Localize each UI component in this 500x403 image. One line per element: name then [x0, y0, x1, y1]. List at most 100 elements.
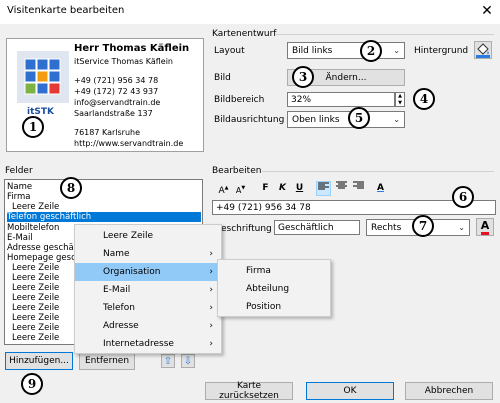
window-title: Visitenkarte bearbeiten	[7, 5, 125, 16]
background-color-button[interactable]	[474, 41, 492, 59]
add-field-button[interactable]: Hinzufügen...	[5, 352, 73, 370]
align-left-icon	[318, 182, 329, 190]
list-item[interactable]: Leere Zeile	[12, 283, 59, 293]
font-color-icon: A	[480, 219, 490, 235]
chevron-right-icon: ›	[209, 321, 213, 331]
callout-marker: 7	[412, 215, 434, 237]
chevron-right-icon: ›	[209, 267, 213, 277]
font-grow-button[interactable]: A▲	[216, 181, 231, 196]
callout-marker: 3	[292, 66, 314, 88]
menu-item-organisation[interactable]: Organisation ›	[75, 263, 221, 281]
chevron-right-icon: ›	[209, 339, 213, 349]
align-left-button[interactable]	[316, 181, 331, 196]
list-item[interactable]: Leere Zeile	[12, 293, 59, 303]
list-item[interactable]: Firma	[7, 192, 30, 202]
menu-item-label: Leere Zeile	[103, 231, 154, 241]
list-item[interactable]: E-Mail	[7, 233, 33, 243]
divider	[262, 171, 494, 172]
callout-marker: 4	[413, 88, 435, 110]
italic-button[interactable]: K	[275, 181, 290, 196]
background-label: Hintergrund	[414, 46, 469, 56]
chevron-right-icon: ›	[209, 249, 213, 259]
submenu-item-label: Abteilung	[246, 284, 290, 294]
list-item[interactable]: Leere Zeile	[12, 313, 59, 323]
image-area-spinner[interactable]: ▲ ▼	[395, 92, 405, 107]
paint-bucket-icon	[476, 43, 490, 58]
list-item[interactable]: Adresse geschäf	[7, 243, 77, 253]
card-email: info@servandtrain.de	[74, 98, 161, 107]
logo-image	[17, 51, 69, 103]
menu-item-address[interactable]: Adresse ›	[75, 317, 221, 335]
submenu-item-label: Position	[246, 302, 282, 312]
callout-marker: 2	[360, 40, 382, 62]
underline-button[interactable]: U	[292, 181, 307, 196]
list-item[interactable]: Leere Zeile	[12, 273, 59, 283]
card-web: http://www.servandtrain.de	[74, 139, 184, 148]
menu-item-label: Organisation	[103, 267, 161, 277]
callout-marker: 9	[21, 373, 43, 395]
card-company: itService Thomas Käflein	[74, 57, 173, 66]
move-up-button[interactable]: ⇧	[161, 354, 175, 368]
submenu-item-company[interactable]: Firma	[218, 262, 330, 280]
callout-marker: 8	[60, 177, 82, 199]
image-area-input[interactable]: 32%	[287, 92, 395, 107]
card-street: Saarlandstraße 137	[74, 109, 153, 118]
callout-marker: 6	[452, 186, 474, 208]
layout-select[interactable]: Bild links ⌄	[287, 42, 405, 59]
list-item-selected[interactable]: Telefon geschäftlich	[7, 212, 201, 222]
font-shrink-button[interactable]: A▼	[233, 181, 248, 196]
align-center-button[interactable]	[334, 181, 349, 196]
list-item[interactable]: Leere Zeile	[12, 303, 59, 313]
menu-item-label: Telefon	[103, 303, 135, 313]
design-group-label: Kartenentwurf	[212, 29, 277, 39]
menu-item-phone[interactable]: Telefon ›	[75, 299, 221, 317]
list-item[interactable]: Leere Zeile	[12, 323, 59, 333]
menu-item-empty-line[interactable]: Leere Zeile	[75, 227, 221, 245]
callout-marker: 5	[348, 107, 370, 129]
remove-field-button[interactable]: Entfernen	[79, 352, 135, 370]
context-menu: Leere Zeile Name › Organisation › E-Mail › …	[74, 224, 222, 354]
list-item[interactable]: Mobiltelefon	[7, 223, 59, 233]
bold-button[interactable]: F	[258, 181, 273, 196]
submenu-item-position[interactable]: Position	[218, 298, 330, 316]
cancel-button[interactable]: Abbrechen	[405, 382, 493, 400]
menu-item-email[interactable]: E-Mail ›	[75, 281, 221, 299]
list-item[interactable]: Name	[7, 182, 32, 192]
align-center-icon	[336, 181, 347, 189]
layout-label: Layout	[214, 46, 245, 56]
menu-item-label: Adresse	[103, 321, 139, 331]
align-right-button[interactable]	[351, 181, 366, 196]
card-name: Herr Thomas Käflein	[74, 43, 190, 54]
list-item[interactable]: Leere Zeile	[12, 263, 59, 273]
caption-position-value: Rechts	[371, 222, 402, 233]
font-color-button[interactable]: A	[373, 181, 388, 196]
image-label: Bild	[214, 73, 231, 83]
fields-group-label: Felder	[5, 166, 33, 176]
menu-item-web[interactable]: Internetadresse ›	[75, 335, 221, 353]
chevron-down-icon: ⌄	[458, 223, 465, 232]
caption-color-button[interactable]: A	[476, 218, 494, 236]
submenu: Firma Abteilung Position	[217, 259, 331, 317]
list-item[interactable]: Leere Zeile	[12, 202, 59, 212]
ok-button[interactable]: OK	[306, 382, 394, 400]
edit-group-label: Bearbeiten	[212, 166, 262, 176]
chevron-down-icon: ⌄	[393, 115, 400, 124]
menu-item-name[interactable]: Name ›	[75, 245, 221, 263]
chevron-right-icon: ›	[209, 303, 213, 313]
callout-marker: 1	[22, 116, 44, 138]
submenu-item-department[interactable]: Abteilung	[218, 280, 330, 298]
image-align-label: Bildausrichtung	[214, 115, 285, 125]
reset-card-button[interactable]: Karte zurücksetzen	[205, 381, 293, 401]
close-button[interactable]: ✕	[478, 2, 496, 20]
image-align-select[interactable]: Oben links ⌄	[287, 111, 405, 128]
menu-item-label: E-Mail	[103, 285, 131, 295]
list-item[interactable]: Leere Zeile	[12, 333, 59, 343]
move-down-button[interactable]: ⇩	[181, 354, 195, 368]
list-item[interactable]: Homepage gesch	[7, 253, 81, 263]
card-phone1: +49 (721) 956 34 78	[74, 76, 159, 85]
caption-label: eschriftung	[221, 224, 272, 234]
chevron-right-icon: ›	[209, 285, 213, 295]
align-right-icon	[353, 181, 364, 189]
submenu-item-label: Firma	[246, 266, 271, 276]
caption-input[interactable]: Geschäftlich	[274, 220, 360, 235]
